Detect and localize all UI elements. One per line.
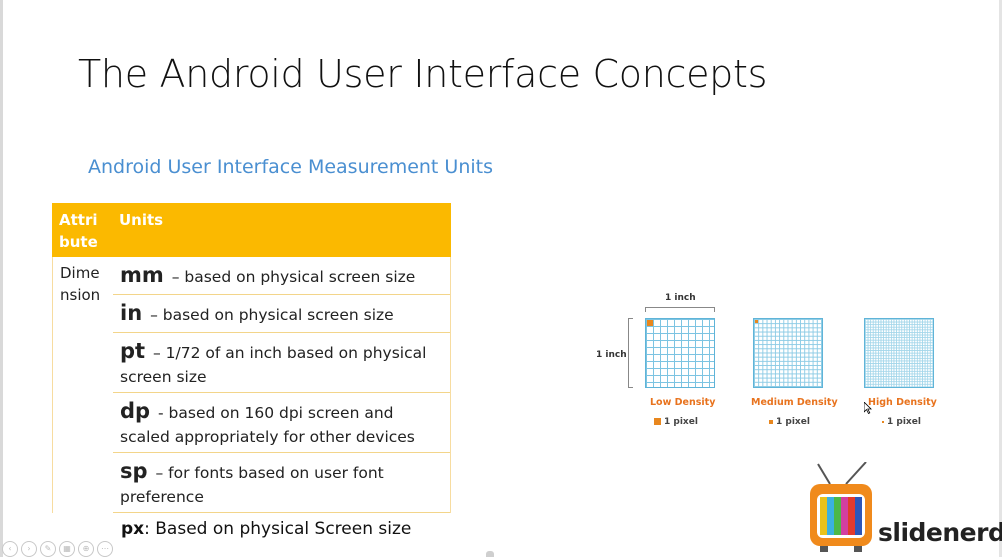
table-header: Attri bute Units	[52, 203, 451, 257]
pixel-swatch	[769, 419, 773, 424]
inch-bracket-top	[645, 307, 715, 312]
header-attribute: Attri bute	[59, 211, 98, 251]
pixel-legend-medium: 1 pixel	[769, 417, 810, 427]
table-row: dp - based on 160 dpi screen and scaled …	[113, 393, 450, 453]
pixel-legend-text: 1 pixel	[776, 417, 810, 427]
slidenerd-logo: slidenerd	[808, 461, 1002, 554]
table-row: mm – based on physical screen size	[113, 257, 450, 295]
zoom-icon[interactable]: ⊕	[78, 541, 94, 557]
unit-description: – for fonts based on user font preferenc…	[120, 464, 384, 506]
pixel-legend-high: 1 pixel	[882, 417, 921, 427]
unit-term: px	[121, 519, 145, 539]
header-units: Units	[119, 211, 164, 229]
attribute-cell: Dime nsion	[60, 264, 101, 304]
more-icon[interactable]: ⋯	[97, 541, 113, 557]
inch-bracket-left	[628, 318, 633, 388]
unit-description: – 1/72 of an inch based on physical scre…	[120, 344, 427, 386]
pixel-legend-text: 1 pixel	[664, 417, 698, 427]
pixel-marker	[647, 320, 653, 326]
mouse-cursor-icon	[864, 402, 872, 414]
px-unit-line: px: Based on physical Screen size	[121, 519, 411, 539]
high-density-label: High Density	[868, 397, 937, 408]
inch-label-left: 1 inch	[596, 350, 627, 360]
pen-icon[interactable]: ✎	[40, 541, 56, 557]
density-diagram: 1 inch 1 inch Low Density Medium Density…	[590, 290, 950, 440]
logo-text: slidenerd	[878, 518, 1002, 547]
left-frame-edge	[0, 0, 3, 557]
prev-icon[interactable]: ‹	[2, 541, 18, 557]
pixel-swatch	[882, 420, 884, 423]
high-density-grid	[864, 318, 934, 388]
unit-term: dp	[120, 399, 151, 423]
unit-term: mm	[120, 263, 164, 287]
table-row: in – based on physical screen size	[113, 295, 450, 333]
unit-term: pt	[120, 339, 146, 363]
low-density-label: Low Density	[650, 397, 716, 408]
pixel-swatch	[654, 418, 661, 425]
inch-label-top: 1 inch	[665, 293, 696, 303]
unit-term: in	[120, 301, 143, 325]
unit-description: – based on physical screen size	[166, 268, 416, 286]
low-density-grid	[645, 318, 715, 388]
units-column: mm – based on physical screen size in – …	[113, 257, 451, 513]
scroll-indicator	[486, 551, 494, 557]
unit-description: – based on physical screen size	[145, 306, 394, 324]
medium-density-label: Medium Density	[751, 397, 838, 408]
table-body: Dime nsion mm – based on physical screen…	[52, 257, 451, 513]
units-table: Attri bute Units Dime nsion mm – based o…	[52, 203, 451, 513]
table-row: sp – for fonts based on user font prefer…	[113, 453, 450, 513]
slide-subtitle: Android User Interface Measurement Units	[88, 156, 494, 178]
slide-title: The Android User Interface Concepts	[78, 52, 768, 96]
pixel-legend-low: 1 pixel	[654, 417, 698, 427]
unit-description: : Based on physical Screen size	[144, 519, 412, 539]
slideshow-toolbar: ‹ › ✎ ▦ ⊕ ⋯	[2, 541, 113, 557]
pixel-legend-text: 1 pixel	[887, 417, 921, 427]
next-icon[interactable]: ›	[21, 541, 37, 557]
table-row: pt – 1/72 of an inch based on physical s…	[113, 333, 450, 393]
unit-term: sp	[120, 459, 148, 483]
unit-description: - based on 160 dpi screen and scaled app…	[120, 404, 415, 446]
tv-logo-icon	[810, 461, 872, 552]
pixel-marker	[755, 320, 758, 323]
slides-icon[interactable]: ▦	[59, 541, 75, 557]
medium-density-grid	[753, 318, 823, 388]
